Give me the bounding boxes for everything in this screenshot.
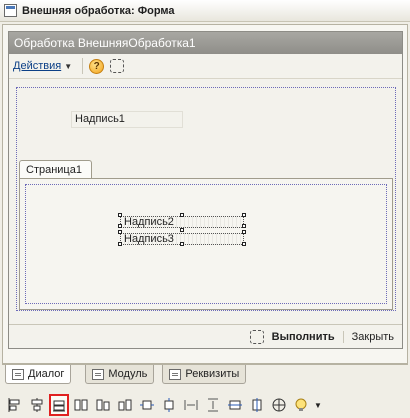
selection-handle[interactable] (118, 224, 122, 228)
run-button[interactable]: Выполнить (249, 329, 335, 344)
hint-icon[interactable] (291, 394, 311, 416)
label-nadpis1[interactable]: Надпись1 (71, 111, 183, 128)
align-middle-icon[interactable] (93, 394, 113, 416)
tab-attributes-label: Реквизиты (185, 368, 240, 380)
selection-handle[interactable] (242, 230, 246, 234)
help-icon[interactable]: ? (89, 58, 105, 74)
form-editor-panel: Обработка ВнешняяОбработка1 Действия ▼ ?… (2, 24, 408, 364)
selection-handle[interactable] (242, 224, 246, 228)
distribute-horizontal-icon[interactable] (181, 394, 201, 416)
center-horizontal-icon[interactable] (137, 394, 157, 416)
tab-page-content: Надпись2 Надпись3 (19, 178, 393, 310)
editor-tabs: Диалог Модуль Реквизиты (2, 364, 408, 384)
selection-handle[interactable] (180, 242, 184, 246)
center-vertical-icon[interactable] (159, 394, 179, 416)
align-center-icon[interactable] (27, 394, 47, 416)
align-left-icon[interactable] (5, 394, 25, 416)
selection-handle[interactable] (180, 213, 184, 217)
tab-module-label: Модуль (108, 368, 148, 380)
selection-handle[interactable] (118, 230, 122, 234)
tab-panel[interactable]: Страница1 Надпись2 Надпись3 (19, 160, 393, 310)
tab-attributes[interactable]: Реквизиты (162, 365, 247, 384)
distribute-vertical-icon[interactable] (203, 394, 223, 416)
align-right-icon[interactable] (49, 394, 69, 416)
page-design-area[interactable]: Надпись2 Надпись3 (25, 184, 387, 304)
form-header-title: Обработка ВнешняяОбработка1 (14, 36, 196, 50)
selection-handle[interactable] (242, 242, 246, 246)
form-window-icon (4, 4, 17, 17)
actions-menu[interactable]: Действия (13, 60, 61, 72)
same-width-icon[interactable] (225, 394, 245, 416)
form-design-area[interactable]: Надпись1 Страница1 Надпись2 Надпись3 (16, 87, 396, 311)
alignment-toolbar: ▼ (0, 392, 410, 418)
align-bottom-icon[interactable] (115, 394, 135, 416)
selection-handle[interactable] (180, 228, 184, 232)
dialog-icon (12, 368, 24, 380)
align-top-icon[interactable] (71, 394, 91, 416)
selection-handle[interactable] (118, 213, 122, 217)
command-placeholder-icon[interactable] (110, 59, 125, 73)
chevron-down-icon[interactable]: ▼ (314, 401, 322, 410)
window-titlebar: Внешняя обработка: Форма (0, 0, 410, 22)
module-icon (92, 368, 105, 380)
form-footer: Выполнить Закрыть (9, 324, 402, 348)
tab-module[interactable]: Модуль (85, 365, 155, 384)
same-height-icon[interactable] (247, 394, 267, 416)
window-title: Внешняя обработка: Форма (22, 4, 175, 17)
attributes-icon (169, 368, 182, 380)
grid-icon[interactable] (269, 394, 289, 416)
selected-labels-group[interactable]: Надпись2 Надпись3 (118, 208, 248, 246)
selection-handle[interactable] (242, 213, 246, 217)
tab-page1[interactable]: Страница1 (19, 160, 92, 179)
chevron-down-icon[interactable]: ▼ (64, 62, 72, 71)
form-command-bar: Действия ▼ ? (9, 54, 402, 79)
form-preview[interactable]: Обработка ВнешняяОбработка1 Действия ▼ ?… (8, 31, 403, 349)
run-command-icon (249, 329, 264, 344)
run-button-label: Выполнить (271, 330, 335, 343)
toolbar-separator (82, 58, 84, 74)
selection-handle[interactable] (118, 242, 122, 246)
close-button[interactable]: Закрыть (342, 330, 394, 343)
tab-dialog[interactable]: Диалог (5, 365, 72, 384)
label-nadpis2[interactable]: Надпись2 (120, 216, 244, 228)
tab-dialog-label: Диалог (28, 368, 65, 380)
form-header: Обработка ВнешняяОбработка1 (9, 32, 402, 54)
